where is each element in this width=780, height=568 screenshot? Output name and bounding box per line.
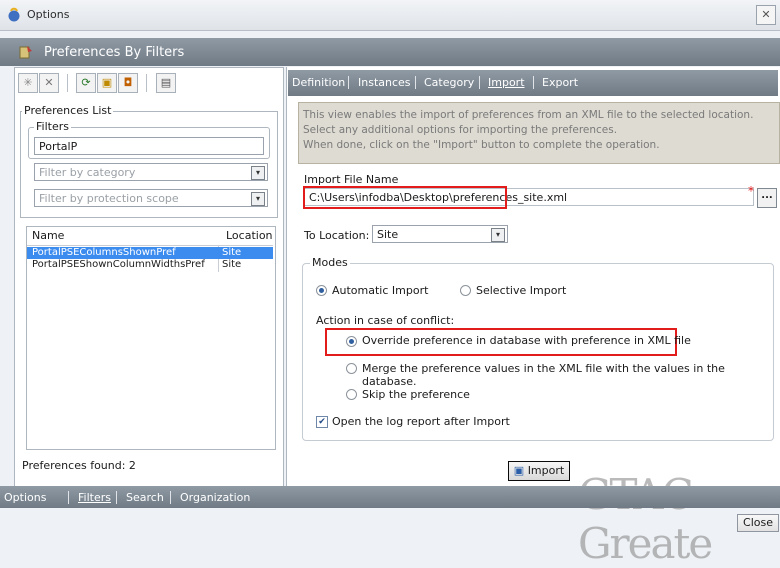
merge-label: Merge the preference values in the XML f… <box>362 362 725 388</box>
filter-category-select[interactable]: Filter by category ▾ <box>34 163 268 181</box>
table-row[interactable]: PortalPSEShownColumnWidthsPref Site <box>30 259 270 271</box>
filters-legend: Filters <box>34 120 71 133</box>
merge-radio[interactable] <box>346 363 357 374</box>
preferences-list-legend: Preferences List <box>22 104 114 117</box>
close-button[interactable]: Close <box>737 514 779 532</box>
tab-divider <box>415 76 416 89</box>
asterisk-icon[interactable]: ✳ <box>18 73 38 93</box>
skip-label: Skip the preference <box>362 388 470 401</box>
modes-legend: Modes <box>310 256 350 269</box>
bottom-tabs: Options Filters Search Organization <box>0 486 780 508</box>
row-name: PortalPSEColumnsShownPref <box>32 247 176 258</box>
tab-instances[interactable]: Instances <box>358 76 411 89</box>
category-placeholder: Filter by category <box>39 166 136 179</box>
panel-header: Preferences By Filters <box>0 38 780 66</box>
document-icon[interactable]: ▤ <box>156 73 176 93</box>
filter-scope-select[interactable]: Filter by protection scope ▾ <box>34 189 268 207</box>
required-mark: * <box>748 184 754 198</box>
browse-button[interactable]: ... <box>757 188 777 208</box>
preferences-found-count: Preferences found: 2 <box>22 459 136 472</box>
description-line: This view enables the import of preferen… <box>303 109 754 121</box>
toolbar-divider <box>67 74 68 92</box>
unlock-icon[interactable]: ◘ <box>118 73 138 93</box>
bottom-tab-search[interactable]: Search <box>126 491 164 504</box>
override-label: Override preference in database with pre… <box>362 334 691 347</box>
delete-icon[interactable]: ✕ <box>39 73 59 93</box>
preferences-icon <box>19 46 32 59</box>
tab-export[interactable]: Export <box>542 76 578 89</box>
tab-divider <box>68 491 69 504</box>
filter-name-input[interactable]: PortalP <box>34 137 264 155</box>
to-location-value: Site <box>377 228 399 241</box>
bottom-tab-options[interactable]: Options <box>4 491 46 504</box>
override-radio[interactable] <box>346 336 357 347</box>
import-icon: ▣ <box>513 464 525 477</box>
import-button-label: Import <box>527 464 565 477</box>
column-header-location[interactable]: Location <box>226 226 273 246</box>
panel-title: Preferences By Filters <box>44 45 185 60</box>
row-location: Site <box>222 247 242 258</box>
window-title: Options <box>27 8 70 21</box>
table-row[interactable]: PortalPSEColumnsShownPref Site <box>30 247 270 259</box>
description-line: When done, click on the "Import" button … <box>303 139 660 151</box>
row-location: Site <box>222 259 242 270</box>
tab-import[interactable]: Import <box>488 76 525 89</box>
tab-divider <box>479 76 480 89</box>
row-name: PortalPSEShownColumnWidthsPref <box>32 259 205 270</box>
open-log-label: Open the log report after Import <box>332 415 510 428</box>
app-icon <box>8 7 20 22</box>
import-button[interactable]: ▣ Import <box>508 461 570 481</box>
automatic-import-label: Automatic Import <box>332 284 429 297</box>
chevron-down-icon[interactable]: ▾ <box>251 192 265 206</box>
tab-definition[interactable]: Definition <box>292 76 345 89</box>
tab-divider <box>533 76 534 89</box>
conflict-label: Action in case of conflict: <box>316 314 455 327</box>
bottom-tab-filters[interactable]: Filters <box>78 491 111 504</box>
automatic-import-radio[interactable] <box>316 285 327 296</box>
selective-import-label: Selective Import <box>476 284 567 297</box>
scope-placeholder: Filter by protection scope <box>39 192 179 205</box>
open-log-checkbox[interactable]: ✔ <box>316 416 328 428</box>
tab-category[interactable]: Category <box>424 76 474 89</box>
lock-icon[interactable]: ▣ <box>97 73 117 93</box>
selective-import-radio[interactable] <box>460 285 471 296</box>
description-line: Select any additional options for import… <box>303 124 618 136</box>
column-header-name[interactable]: Name <box>32 226 64 246</box>
toolbar-divider <box>146 74 147 92</box>
bottom-tab-organization[interactable]: Organization <box>180 491 250 504</box>
skip-radio[interactable] <box>346 389 357 400</box>
import-description: This view enables the import of preferen… <box>298 102 780 164</box>
detail-tabs: Definition Instances Category Import Exp… <box>288 70 778 96</box>
import-file-label: Import File Name <box>304 173 399 186</box>
tab-divider <box>348 76 349 89</box>
window-close-button[interactable]: ✕ <box>756 5 776 25</box>
window-titlebar: Options ✕ <box>0 0 780 31</box>
tab-divider <box>116 491 117 504</box>
tab-divider <box>170 491 171 504</box>
chevron-down-icon[interactable]: ▾ <box>251 166 265 180</box>
table-header-divider <box>27 245 273 246</box>
chevron-down-icon[interactable]: ▾ <box>491 228 505 242</box>
to-location-label: To Location: <box>304 229 370 242</box>
annotation-red-box <box>303 186 507 209</box>
to-location-select[interactable]: Site ▾ <box>372 225 508 243</box>
refresh-icon[interactable]: ⟳ <box>76 73 96 93</box>
